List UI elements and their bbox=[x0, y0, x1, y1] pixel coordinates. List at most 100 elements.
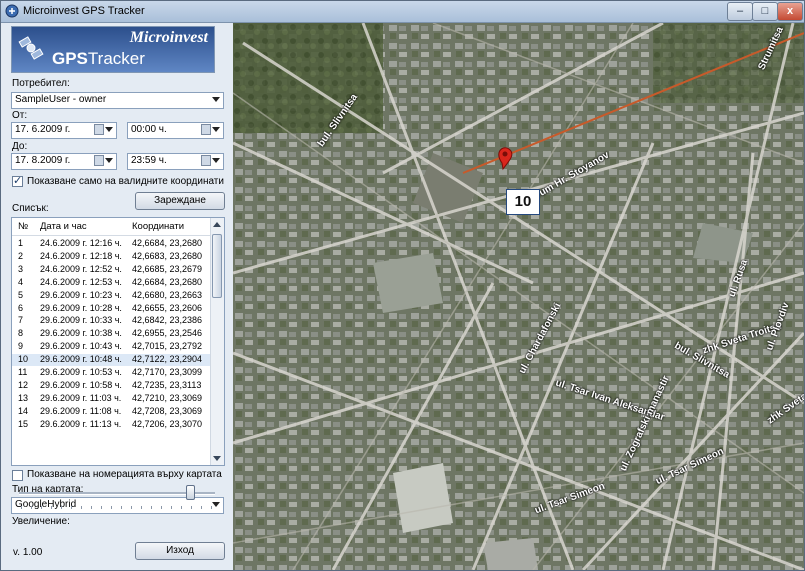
row-number: 5 bbox=[18, 289, 24, 300]
calendar-icon[interactable] bbox=[94, 155, 104, 166]
from-time-value: 00:00 ч. bbox=[131, 124, 167, 135]
left-panel: Microinvest GPSTracker Потребител: Sampl… bbox=[1, 23, 233, 570]
clock-icon[interactable] bbox=[201, 155, 211, 166]
map-marker-number[interactable]: 10 bbox=[506, 189, 540, 215]
slider-tick bbox=[21, 506, 22, 509]
row-coordinates: 42,7122, 23,2904 bbox=[132, 354, 203, 365]
table-row[interactable]: 2 24.6.2009 г. 12:18 ч. 42,6683, 23,2680 bbox=[12, 251, 210, 263]
show-numbers-checkbox[interactable] bbox=[12, 470, 23, 481]
row-datetime: 24.6.2009 г. 12:53 ч. bbox=[40, 276, 122, 287]
slider-tick bbox=[51, 506, 52, 509]
to-date-picker[interactable]: 17. 8.2009 г. bbox=[11, 153, 117, 170]
row-number: 14 bbox=[18, 405, 29, 416]
slider-tick bbox=[201, 506, 202, 509]
header-datetime[interactable]: Дата и час bbox=[40, 221, 87, 232]
from-date-value: 17. 6.2009 г. bbox=[15, 124, 71, 135]
table-row[interactable]: 3 24.6.2009 г. 12:52 ч. 42,6685, 23,2679 bbox=[12, 264, 210, 276]
points-list[interactable]: № Дата и час Координати 1 24.6.2009 г. 12… bbox=[11, 217, 225, 466]
row-coordinates: 42,6684, 23,2680 bbox=[132, 276, 203, 287]
row-coordinates: 42,6655, 23,2606 bbox=[132, 302, 203, 313]
table-row[interactable]: 4 24.6.2009 г. 12:53 ч. 42,6684, 23,2680 bbox=[12, 277, 210, 289]
chevron-down-icon bbox=[212, 502, 220, 507]
chevron-down-icon[interactable] bbox=[105, 158, 113, 163]
app-icon bbox=[5, 4, 19, 18]
close-button[interactable]: x bbox=[777, 2, 803, 21]
row-number: 7 bbox=[18, 315, 24, 326]
row-datetime: 29.6.2009 г. 10:38 ч. bbox=[40, 328, 122, 339]
slider-tick bbox=[101, 506, 102, 509]
title-bar[interactable]: Microinvest GPS Tracker – □ x bbox=[1, 1, 804, 23]
table-row[interactable]: 15 29.6.2009 г. 11:13 ч. 42,7206, 23,3070 bbox=[12, 419, 210, 431]
header-coordinates[interactable]: Координати bbox=[132, 221, 184, 232]
calendar-icon[interactable] bbox=[94, 124, 104, 135]
map-imagery bbox=[233, 23, 804, 570]
from-time-picker[interactable]: 00:00 ч. bbox=[127, 122, 224, 139]
slider-tick bbox=[141, 506, 142, 509]
slider-tick bbox=[191, 506, 192, 509]
table-row[interactable]: 9 29.6.2009 г. 10:43 ч. 42,7015, 23,2792 bbox=[12, 341, 210, 353]
zoom-label: Увеличение: bbox=[12, 516, 70, 527]
table-row[interactable]: 6 29.6.2009 г. 10:28 ч. 42,6655, 23,2606 bbox=[12, 303, 210, 315]
row-coordinates: 42,7015, 23,2792 bbox=[132, 341, 203, 352]
list-scrollbar[interactable] bbox=[210, 218, 224, 465]
row-datetime: 29.6.2009 г. 10:48 ч. bbox=[40, 354, 122, 365]
table-row[interactable]: 12 29.6.2009 г. 10:58 ч. 42,7235, 23,3113 bbox=[12, 380, 210, 392]
row-number: 6 bbox=[18, 302, 24, 313]
chevron-down-icon[interactable] bbox=[212, 158, 220, 163]
user-select-value: SampleUser - owner bbox=[15, 94, 107, 105]
scroll-down-icon[interactable] bbox=[213, 456, 221, 461]
row-datetime: 24.6.2009 г. 12:52 ч. bbox=[40, 263, 122, 274]
user-select[interactable]: SampleUser - owner bbox=[11, 92, 224, 109]
slider-tick bbox=[41, 506, 42, 509]
row-number: 4 bbox=[18, 276, 24, 287]
row-coordinates: 42,6684, 23,2680 bbox=[132, 238, 203, 248]
row-coordinates: 42,7206, 23,3070 bbox=[132, 418, 203, 429]
table-row[interactable]: 14 29.6.2009 г. 11:08 ч. 42,7208, 23,3069 bbox=[12, 406, 210, 418]
load-button[interactable]: Зареждане bbox=[135, 192, 225, 210]
map-view[interactable]: bul. Slivnitsa ul. Krum Hr. Stoyanov zhk… bbox=[233, 23, 804, 570]
logo-product-thin: Tracker bbox=[87, 49, 145, 68]
slider-tick bbox=[171, 506, 172, 509]
logo-brand: Microinvest bbox=[129, 29, 208, 46]
to-time-picker[interactable]: 23:59 ч. bbox=[127, 153, 224, 170]
valid-only-checkbox[interactable]: ✓ bbox=[12, 175, 23, 187]
zoom-slider-thumb[interactable] bbox=[186, 485, 195, 500]
row-coordinates: 42,6683, 23,2680 bbox=[132, 250, 203, 261]
slider-tick bbox=[211, 506, 212, 509]
header-number[interactable]: № bbox=[18, 221, 28, 232]
scroll-thumb[interactable] bbox=[212, 234, 222, 298]
logo-product: GPSTracker bbox=[52, 49, 145, 69]
table-row[interactable]: 10 29.6.2009 г. 10:48 ч. 42,7122, 23,2904 bbox=[12, 354, 210, 367]
maximize-button[interactable]: □ bbox=[752, 2, 778, 21]
minimize-button[interactable]: – bbox=[727, 2, 753, 21]
row-number: 15 bbox=[18, 418, 29, 429]
table-row[interactable]: 8 29.6.2009 г. 10:38 ч. 42,6955, 23,2546 bbox=[12, 328, 210, 340]
table-row[interactable]: 7 29.6.2009 г. 10:33 ч. 42,6842, 23,2386 bbox=[12, 315, 210, 327]
row-coordinates: 42,7210, 23,3069 bbox=[132, 392, 203, 403]
user-label: Потребител: bbox=[12, 78, 70, 89]
logo-product-bold: GPS bbox=[52, 49, 88, 68]
row-number: 1 bbox=[18, 238, 24, 248]
table-row[interactable]: 1 24.6.2009 г. 12:16 ч. 42,6684, 23,2680 bbox=[12, 238, 210, 250]
scroll-up-icon[interactable] bbox=[213, 222, 221, 227]
chevron-down-icon bbox=[212, 97, 220, 102]
satellite-icon bbox=[18, 36, 44, 60]
exit-button[interactable]: Изход bbox=[135, 542, 225, 560]
table-row[interactable]: 13 29.6.2009 г. 11:03 ч. 42,7210, 23,3069 bbox=[12, 393, 210, 405]
slider-tick bbox=[131, 506, 132, 509]
slider-tick bbox=[111, 506, 112, 509]
slider-tick bbox=[81, 506, 82, 509]
app-window: Microinvest GPS Tracker – □ x Microinves… bbox=[0, 0, 805, 571]
from-date-picker[interactable]: 17. 6.2009 г. bbox=[11, 122, 117, 139]
map-type-value: GoogleHybrid bbox=[15, 499, 77, 510]
clock-icon[interactable] bbox=[201, 124, 211, 135]
from-label: От: bbox=[12, 110, 28, 121]
to-time-value: 23:59 ч. bbox=[131, 155, 167, 166]
chevron-down-icon[interactable] bbox=[105, 127, 113, 132]
table-row[interactable]: 5 29.6.2009 г. 10:23 ч. 42,6680, 23,2663 bbox=[12, 290, 210, 302]
chevron-down-icon[interactable] bbox=[212, 127, 220, 132]
row-datetime: 29.6.2009 г. 10:58 ч. bbox=[40, 379, 122, 390]
slider-tick bbox=[31, 506, 32, 509]
show-numbers-label: Показване на номерацията върху картата bbox=[27, 469, 222, 480]
table-row[interactable]: 11 29.6.2009 г. 10:53 ч. 42,7170, 23,3099 bbox=[12, 367, 210, 379]
